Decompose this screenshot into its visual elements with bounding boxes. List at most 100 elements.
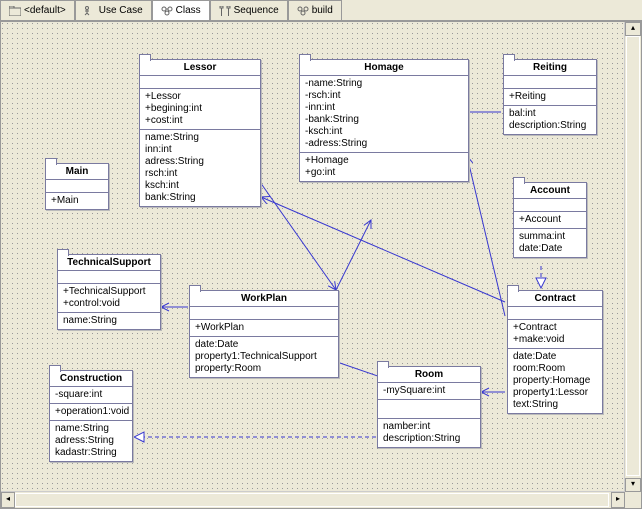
- class-title: WorkPlan: [190, 291, 338, 307]
- class-title: Contract: [508, 291, 602, 307]
- class-homage[interactable]: Homage -name:String -rsch:int -inn:int -…: [299, 59, 469, 182]
- tab-build[interactable]: build: [288, 0, 342, 20]
- class-notch-icon: [377, 361, 389, 368]
- class-member: name:String: [63, 315, 155, 327]
- class-member: -rsch:int: [305, 90, 463, 102]
- class-title: TechnicalSupport: [58, 255, 160, 271]
- class-notch-icon: [139, 54, 151, 61]
- class-notch-icon: [513, 177, 525, 184]
- scroll-thumb[interactable]: [626, 36, 640, 476]
- class-title: Main: [46, 164, 108, 180]
- class-member: rsch:int: [145, 168, 255, 180]
- class-member: +operation1:void: [55, 406, 127, 418]
- class-member: -mySquare:int: [383, 385, 475, 397]
- tab-bar: <default> Use Case Class Sequence build: [0, 0, 642, 21]
- class-member: description:String: [509, 120, 591, 132]
- scroll-right-button[interactable]: ▸: [611, 492, 625, 508]
- class-member: +make:void: [513, 334, 597, 346]
- class-member: +Homage: [305, 155, 463, 167]
- class-lessor[interactable]: Lessor +Lessor +begining:int +cost:int n…: [139, 59, 261, 207]
- scroll-up-button[interactable]: ▴: [625, 22, 641, 36]
- class-member: +Reiting: [509, 91, 591, 103]
- class-member: +Contract: [513, 322, 597, 334]
- class-title: Homage: [300, 60, 468, 76]
- class-member: +Lessor: [145, 91, 255, 103]
- class-member: bank:String: [145, 192, 255, 204]
- class-title: Account: [514, 183, 586, 199]
- class-member: +WorkPlan: [195, 322, 333, 334]
- class-member: name:String: [145, 132, 255, 144]
- tab-label: Use Case: [99, 5, 143, 16]
- class-member: room:Room: [513, 363, 597, 375]
- class-notch-icon: [503, 54, 515, 61]
- class-member: inn:int: [145, 144, 255, 156]
- class-title: Construction: [50, 371, 132, 387]
- class-title: Room: [378, 367, 480, 383]
- scroll-thumb[interactable]: [15, 493, 609, 507]
- horizontal-scrollbar[interactable]: ◂ ▸: [1, 491, 625, 508]
- class-notch-icon: [299, 54, 311, 61]
- class-member: +control:void: [63, 298, 155, 310]
- class-contract[interactable]: Contract +Contract +make:void date:Date …: [507, 290, 603, 414]
- tab-label: <default>: [24, 5, 66, 16]
- class-member: property:Room: [195, 363, 333, 375]
- class-member: -square:int: [55, 389, 127, 401]
- class-member: adress:String: [145, 156, 255, 168]
- tab-label: Class: [176, 5, 201, 16]
- class-member: +go:int: [305, 167, 463, 179]
- class-member: -adress:String: [305, 138, 463, 150]
- class-member: property1:TechnicalSupport: [195, 351, 333, 363]
- class-notch-icon: [49, 365, 61, 372]
- class-member: date:Date: [519, 243, 581, 255]
- class-member: +cost:int: [145, 115, 255, 127]
- tab-sequence[interactable]: Sequence: [210, 0, 288, 20]
- canvas-wrap: Main +Main Lessor +Lessor +begining:int …: [0, 21, 642, 509]
- class-icon: [161, 6, 173, 16]
- class-member: -bank:String: [305, 114, 463, 126]
- class-member: description:String: [383, 433, 475, 445]
- class-member: ksch:int: [145, 180, 255, 192]
- class-member: date:Date: [195, 339, 333, 351]
- tab-label: Sequence: [234, 5, 279, 16]
- class-technical-support[interactable]: TechnicalSupport +TechnicalSupport +cont…: [57, 254, 161, 330]
- class-member: property:Homage: [513, 375, 597, 387]
- class-title: Reiting: [504, 60, 596, 76]
- class-member: adress:String: [55, 435, 127, 447]
- scroll-left-button[interactable]: ◂: [1, 492, 15, 508]
- tab-class[interactable]: Class: [152, 0, 210, 20]
- class-notch-icon: [507, 285, 519, 292]
- class-reiting[interactable]: Reiting +Reiting bal:int description:Str…: [503, 59, 597, 135]
- class-notch-icon: [45, 158, 57, 165]
- class-member: bal:int: [509, 108, 591, 120]
- diagram-canvas[interactable]: Main +Main Lessor +Lessor +begining:int …: [1, 22, 625, 492]
- sequence-icon: [219, 6, 231, 16]
- class-main[interactable]: Main +Main: [45, 163, 109, 210]
- vertical-scrollbar[interactable]: ▴ ▾: [624, 22, 641, 492]
- class-member: kadastr:String: [55, 447, 127, 459]
- class-account[interactable]: Account +Account summa:int date:Date: [513, 182, 587, 258]
- class-member: -name:String: [305, 78, 463, 90]
- scroll-corner: [625, 492, 641, 508]
- class-member: -inn:int: [305, 102, 463, 114]
- class-member: summa:int: [519, 231, 581, 243]
- class-member: +Main: [51, 195, 103, 207]
- class-member: namber:int: [383, 421, 475, 433]
- class-member: text:String: [513, 399, 597, 411]
- tab-label: build: [312, 5, 333, 16]
- usecase-icon: [84, 6, 96, 16]
- tab-default[interactable]: <default>: [0, 0, 75, 20]
- class-member: name:String: [55, 423, 127, 435]
- class-notch-icon: [57, 249, 69, 256]
- package-icon: [9, 6, 21, 16]
- build-icon: [297, 6, 309, 16]
- class-title: Lessor: [140, 60, 260, 76]
- scroll-down-button[interactable]: ▾: [625, 478, 641, 492]
- class-member: date:Date: [513, 351, 597, 363]
- class-room[interactable]: Room -mySquare:int namber:int descriptio…: [377, 366, 481, 448]
- class-workplan[interactable]: WorkPlan +WorkPlan date:Date property1:T…: [189, 290, 339, 378]
- class-construction[interactable]: Construction -square:int +operation1:voi…: [49, 370, 133, 462]
- class-member: +begining:int: [145, 103, 255, 115]
- tab-usecase[interactable]: Use Case: [75, 0, 152, 20]
- class-member: -ksch:int: [305, 126, 463, 138]
- class-member: property1:Lessor: [513, 387, 597, 399]
